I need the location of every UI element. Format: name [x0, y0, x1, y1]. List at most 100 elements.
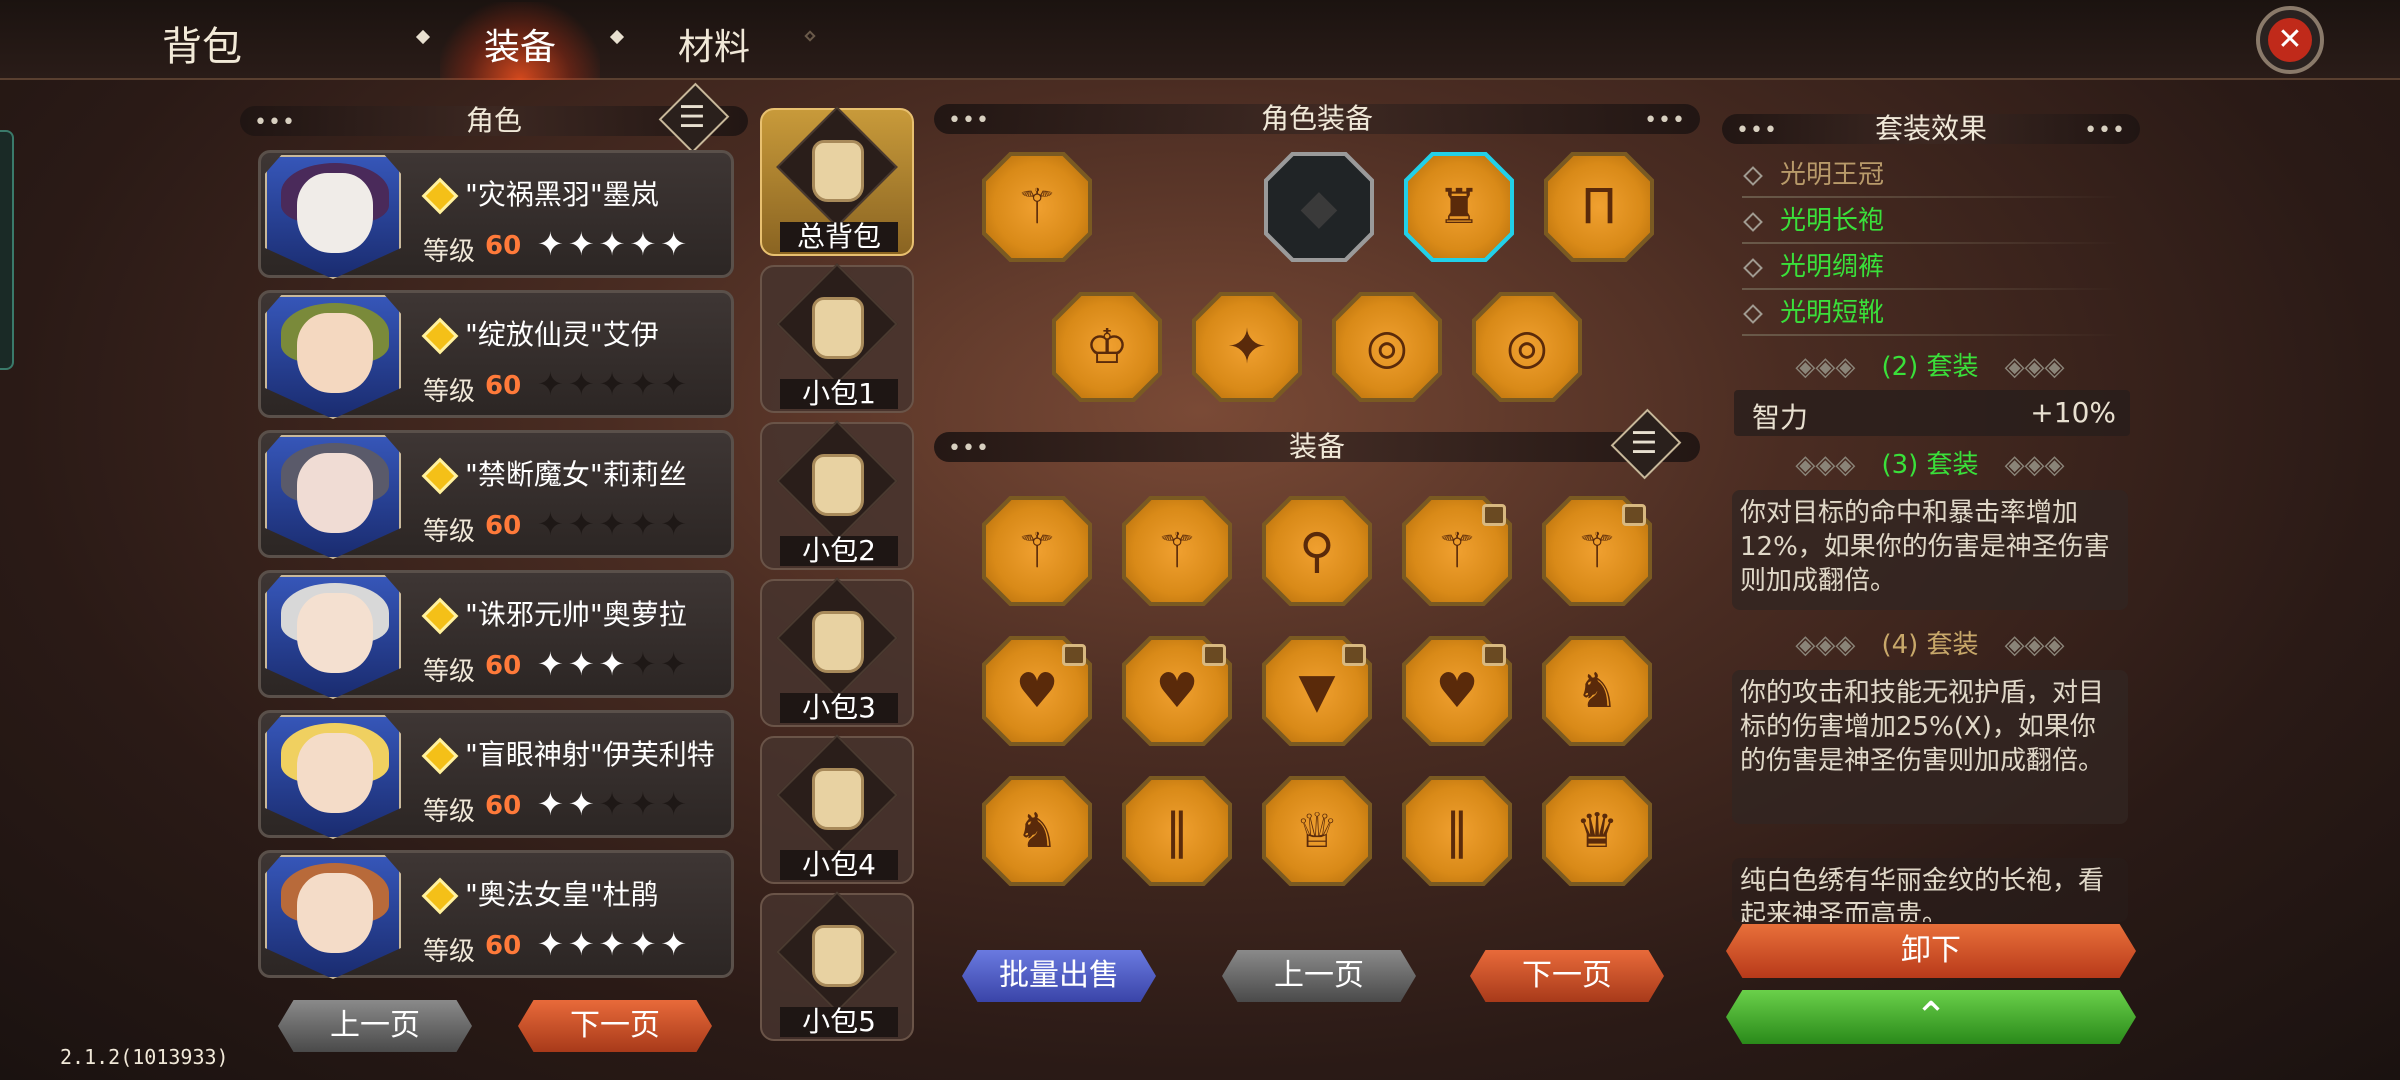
star-icon: ✦	[660, 785, 692, 823]
bag-5-button[interactable]: 小包5	[760, 891, 914, 1041]
bag-2-button[interactable]: 小包2	[760, 420, 914, 570]
dots-decoration: •••	[1736, 118, 1778, 143]
portrait-face	[297, 313, 373, 393]
unequip-button[interactable]: 卸下	[1726, 924, 2136, 978]
empty-slot-icon: ◆	[1268, 156, 1370, 258]
equipped-title: 角色装备	[1260, 102, 1373, 135]
item-flavor-text: 纯白色绣有华丽金纹的长袍，看起来神圣而高贵。	[1732, 858, 2128, 922]
rarity-diamond-icon	[421, 877, 459, 915]
rarity-diamond-icon	[421, 457, 459, 495]
set-tier-2-label: (2) 套装	[1881, 352, 1979, 382]
tab-materials[interactable]: 材料	[678, 18, 750, 70]
portrait-face	[297, 593, 373, 673]
character-portrait	[265, 855, 401, 979]
character-name: "绽放仙灵"艾伊	[465, 318, 659, 351]
equipped-header: ••• 角色装备 •••	[934, 104, 1700, 134]
bag-label: 小包4	[780, 850, 898, 880]
rarity-diamond-icon	[421, 597, 459, 635]
inventory-item[interactable]: ⚚	[1402, 496, 1512, 606]
lock-icon	[1202, 644, 1226, 666]
star-rating: ✦✦✦✦✦	[537, 645, 691, 683]
filter-icon: ☰	[678, 100, 706, 135]
set-tier-4: ◈◈◈ (4) 套装 ◈◈◈	[1730, 624, 2130, 661]
bag-label: 小包3	[780, 693, 898, 723]
characters-prev-button[interactable]: 上一页	[278, 1000, 472, 1052]
inventory-item[interactable]: ‖	[1122, 776, 1232, 886]
inventory-item[interactable]: ⚚	[1542, 496, 1652, 606]
divider	[1742, 196, 2120, 198]
diamond-icon	[1743, 304, 1763, 324]
equipped-slot-ring[interactable]: ◎	[1472, 292, 1582, 402]
character-portrait	[265, 155, 401, 279]
dots-decoration: •••	[948, 436, 990, 461]
diamond-decoration: ◈◈◈	[2004, 630, 2065, 660]
character-card[interactable]: "奥法女皇"杜鹃 等级 60 ✦✦✦✦✦	[258, 850, 734, 979]
bag-4-button[interactable]: 小包4	[760, 734, 914, 884]
level-label: 等级	[423, 517, 476, 547]
equipped-slot-amulet[interactable]: ✦	[1192, 292, 1302, 402]
star-icon: ✦	[660, 365, 692, 403]
inventory-item[interactable]: ⚚	[982, 496, 1092, 606]
filter-icon: ☰	[1630, 426, 1658, 461]
inventory-item[interactable]: ⚚	[1122, 496, 1232, 606]
character-card[interactable]: "盲眼神射"伊芙利特 等级 60 ✦✦✦✦✦	[258, 710, 734, 839]
crown-icon: ♔	[1056, 296, 1158, 398]
star-rating: ✦✦✦✦✦	[537, 365, 691, 403]
star-rating: ✦✦✦✦✦	[537, 925, 691, 963]
rarity-diamond-icon	[421, 737, 459, 775]
inventory-item[interactable]: ♥	[1402, 636, 1512, 746]
set-piece-name: 光明长袍	[1780, 206, 1885, 236]
character-card[interactable]: "绽放仙灵"艾伊 等级 60 ✦✦✦✦✦	[258, 290, 734, 419]
character-card[interactable]: "禁断魔女"莉莉丝 等级 60 ✦✦✦✦✦	[258, 430, 734, 559]
level-value: 60	[485, 231, 522, 261]
inventory-item[interactable]: ⚲	[1262, 496, 1372, 606]
bag-1-button[interactable]: 小包1	[760, 263, 914, 413]
dots-decoration: •••	[2084, 118, 2126, 143]
character-card[interactable]: "诛邪元帅"奥萝拉 等级 60 ✦✦✦✦✦	[258, 570, 734, 699]
equipped-slot-robe-selected[interactable]: ♜	[1404, 152, 1514, 262]
equipped-slot-empty[interactable]: ◆	[1264, 152, 1374, 262]
inventory-next-button[interactable]: 下一页	[1470, 950, 1664, 1002]
inventory-item[interactable]: ♕	[1262, 776, 1372, 886]
boots-icon: ♞	[1546, 640, 1648, 742]
bag-3-button[interactable]: 小包3	[760, 577, 914, 727]
inventory-item[interactable]: ♞	[982, 776, 1092, 886]
star-icon: ✦	[537, 645, 568, 683]
stat-name: 智力	[1752, 401, 1809, 434]
level-value: 60	[485, 791, 522, 821]
star-icon: ✦	[598, 785, 630, 823]
characters-title: 角色	[465, 104, 522, 137]
inventory-item[interactable]: ♥	[1122, 636, 1232, 746]
lock-icon	[1482, 644, 1506, 666]
staff-icon: ⚚	[986, 156, 1088, 258]
side-drawer-handle[interactable]	[0, 130, 14, 370]
inventory-item[interactable]: ♥	[982, 636, 1092, 746]
close-button[interactable]: ✕	[2256, 6, 2324, 74]
equipped-slot-crown[interactable]: ♔	[1052, 292, 1162, 402]
tab-equipment[interactable]: 装备	[484, 18, 556, 70]
bag-all-button[interactable]: 总背包	[760, 106, 914, 256]
batch-sell-button[interactable]: 批量出售	[962, 950, 1156, 1002]
upgrade-button[interactable]: ⌃	[1726, 990, 2136, 1044]
equipped-slot-pants[interactable]: Π	[1544, 152, 1654, 262]
equipped-slot-weapon[interactable]: ⚚	[982, 152, 1092, 262]
character-card[interactable]: "灾祸黑羽"墨岚 等级 60 ✦✦✦✦✦	[258, 150, 734, 279]
set-effect-title: 套装效果	[1874, 112, 1987, 145]
inventory-item[interactable]: ♞	[1542, 636, 1652, 746]
greaves-icon: ‖	[1126, 780, 1228, 882]
characters-next-button[interactable]: 下一页	[518, 1000, 712, 1052]
character-name: "盲眼神射"伊芙利特	[465, 738, 715, 771]
divider	[1742, 242, 2120, 244]
equipped-slot-ring-green[interactable]: ◎	[1332, 292, 1442, 402]
star-icon: ✦	[629, 785, 661, 823]
inventory-prev-button[interactable]: 上一页	[1222, 950, 1416, 1002]
helmet-icon: ♕	[1266, 780, 1368, 882]
level-label: 等级	[423, 237, 476, 267]
inventory-item[interactable]: ▼	[1262, 636, 1372, 746]
star-icon: ✦	[598, 505, 630, 543]
inventory-item[interactable]: ♛	[1542, 776, 1652, 886]
level-value: 60	[485, 371, 522, 401]
star-icon: ✦	[567, 925, 599, 963]
inventory-item[interactable]: ‖	[1402, 776, 1512, 886]
inventory-header: ••• 装备 ☰	[934, 408, 1700, 480]
